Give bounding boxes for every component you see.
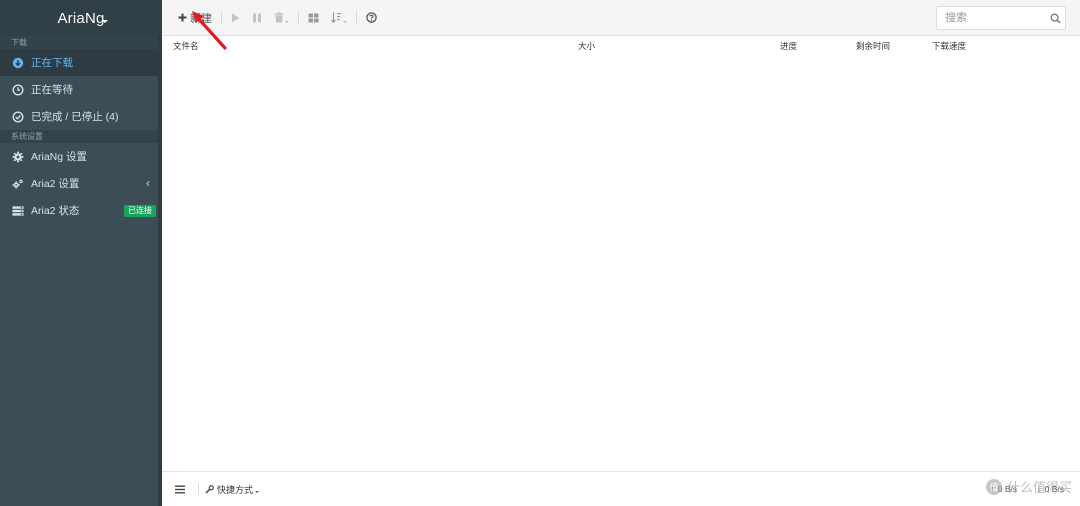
- chevron-left-icon: ‹: [146, 176, 150, 190]
- svg-text:值: 值: [989, 481, 998, 493]
- server-icon: [12, 205, 24, 217]
- sidebar-item-downloading[interactable]: 正在下载: [0, 49, 162, 76]
- sidebar-item-waiting[interactable]: 正在等待: [0, 76, 162, 103]
- sidebar-item-label: 已完成 / 已停止 (4): [31, 111, 119, 123]
- shortcut-label: 快捷方式: [217, 484, 254, 495]
- sort-icon: [331, 12, 342, 23]
- app-title: AriaNg: [57, 9, 105, 27]
- section-header-download: 下载: [0, 36, 162, 49]
- new-task-button[interactable]: 新建: [172, 8, 218, 28]
- status-badge: 已连接: [124, 205, 156, 217]
- task-table-header: 文件名 大小 进度 剩余时间 下载速度: [162, 36, 1080, 54]
- play-icon: [231, 13, 240, 23]
- sidebar-item-label: Aria2 设置: [31, 178, 80, 190]
- sidebar-item-stopped[interactable]: 已完成 / 已停止 (4): [0, 103, 162, 130]
- clock-icon: [12, 83, 24, 96]
- grid-icon: [308, 13, 319, 23]
- column-header-remaining[interactable]: 剩余时间: [856, 40, 890, 52]
- toolbar-divider: [298, 10, 299, 25]
- section-header-settings: 系统设置: [0, 130, 162, 143]
- search-input[interactable]: [937, 8, 1045, 28]
- sidebar: AriaNg 下载 正在下载 正在等待 已完成 / 已停止 (4) 系统设置 A…: [0, 0, 162, 506]
- sidebar-item-aria2-settings[interactable]: Aria2 设置 ‹: [0, 170, 162, 197]
- download-circle-icon: [12, 57, 24, 69]
- search-icon[interactable]: [1045, 13, 1065, 24]
- sidebar-item-ariang-settings[interactable]: AriaNg 设置: [0, 143, 162, 170]
- column-header-progress[interactable]: 进度: [780, 40, 797, 52]
- hamburger-icon: [175, 485, 185, 494]
- column-header-speed[interactable]: 下载速度: [932, 40, 966, 52]
- column-header-size[interactable]: 大小: [578, 40, 595, 52]
- dropdown-caret-icon: [255, 491, 260, 493]
- toolbar: 新建: [162, 0, 1080, 36]
- footer-divider: [198, 483, 199, 495]
- watermark-text: 什么值得买: [1006, 480, 1072, 495]
- pause-icon: [252, 13, 262, 23]
- main-panel: 新建 搜索 文件名 大小 进度 剩余时间 下载速度 快捷方式 0 B/s ↓ 0…: [162, 0, 1080, 506]
- pause-button[interactable]: [246, 8, 268, 28]
- column-header-filename[interactable]: 文件名: [173, 40, 199, 52]
- help-icon: [366, 12, 377, 23]
- gear-icon: [12, 151, 24, 163]
- brand-caret-icon: [102, 20, 108, 23]
- check-circle-icon: [12, 110, 24, 123]
- plus-icon: [178, 13, 187, 22]
- gears-icon: [12, 178, 24, 190]
- dropdown-caret-icon: [285, 20, 289, 23]
- toolbar-divider: [221, 10, 222, 25]
- sidebar-item-label: Aria2 状态: [31, 205, 80, 217]
- sidebar-item-label: AriaNg 设置: [31, 151, 88, 163]
- trash-icon: [274, 12, 284, 23]
- task-list: [162, 54, 1080, 471]
- delete-button[interactable]: [268, 8, 295, 28]
- wrench-icon: [205, 484, 214, 494]
- watermark: 值 什么值得买: [985, 477, 1072, 496]
- help-button[interactable]: [360, 8, 383, 28]
- dropdown-caret-icon: [343, 20, 347, 23]
- sort-button[interactable]: [325, 8, 353, 28]
- brand-header[interactable]: AriaNg: [0, 0, 162, 36]
- sidebar-item-aria2-status[interactable]: Aria2 状态 已连接: [0, 197, 162, 224]
- shortcut-menu-button[interactable]: 快捷方式: [205, 483, 260, 496]
- sidebar-item-label: 正在等待: [31, 84, 73, 96]
- app-window: AriaNg 下载 正在下载 正在等待 已完成 / 已停止 (4) 系统设置 A…: [0, 0, 1080, 506]
- search-box: [936, 6, 1066, 30]
- new-task-label: 新建: [190, 12, 212, 25]
- footer-bar: 快捷方式 ↑ 0 B/s ↓ 0 B/s: [162, 471, 1080, 506]
- display-mode-button[interactable]: [302, 8, 325, 28]
- toolbar-divider: [356, 10, 357, 25]
- start-button[interactable]: [225, 8, 246, 28]
- menu-toggle-button[interactable]: [168, 480, 192, 498]
- sidebar-item-label: 正在下载: [31, 57, 73, 69]
- watermark-logo-icon: 值: [985, 478, 1003, 496]
